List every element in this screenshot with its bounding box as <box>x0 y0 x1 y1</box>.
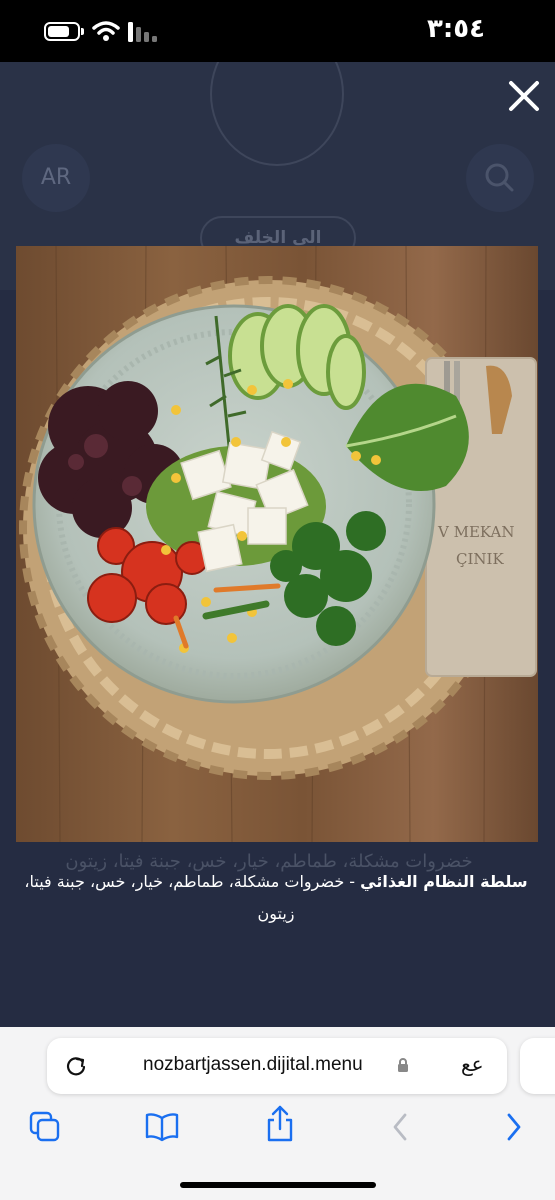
reader-button[interactable]: عع <box>461 1052 484 1076</box>
search-icon <box>485 163 514 192</box>
chevron-right-icon[interactable] <box>504 1110 524 1144</box>
next-tab-pill[interactable] <box>520 1038 555 1094</box>
url-text[interactable]: nozbartjassen.dijital.menu <box>143 1054 363 1076</box>
lock-icon <box>398 1058 408 1072</box>
status-time: ٣:٥٤ <box>426 14 485 44</box>
reload-icon[interactable] <box>65 1055 87 1077</box>
chevron-left-icon[interactable] <box>390 1110 410 1144</box>
share-icon[interactable] <box>264 1104 296 1144</box>
item-description: خضروات مشكلة، طماطم، خيار، خس، جبنة فيتا… <box>24 872 345 923</box>
book-icon[interactable] <box>144 1110 180 1144</box>
signal-icon <box>128 22 157 42</box>
battery-icon <box>44 22 80 41</box>
napkin-text-1: V MEKAN <box>437 523 514 541</box>
search-button <box>466 144 534 212</box>
language-button: AR <box>22 144 90 212</box>
wifi-icon <box>92 21 120 41</box>
address-bar[interactable]: nozbartjassen.dijital.menu عع <box>47 1038 507 1094</box>
battery-tip <box>81 28 84 35</box>
status-bar: ٣:٥٤ <box>0 0 555 62</box>
product-photo: V MEKAN ÇINIK <box>16 246 538 842</box>
item-separator: - <box>344 872 361 891</box>
napkin-text-2: ÇINIK <box>456 550 504 568</box>
item-caption: سلطة النظام الغذائي - خضروات مشكلة، طماط… <box>14 866 538 930</box>
tabs-icon[interactable] <box>28 1110 62 1144</box>
item-name: سلطة النظام الغذائي <box>360 872 528 891</box>
close-icon[interactable] <box>506 78 542 114</box>
battery-level <box>48 26 69 37</box>
restaurant-logo <box>210 62 344 166</box>
home-indicator <box>180 1182 376 1188</box>
